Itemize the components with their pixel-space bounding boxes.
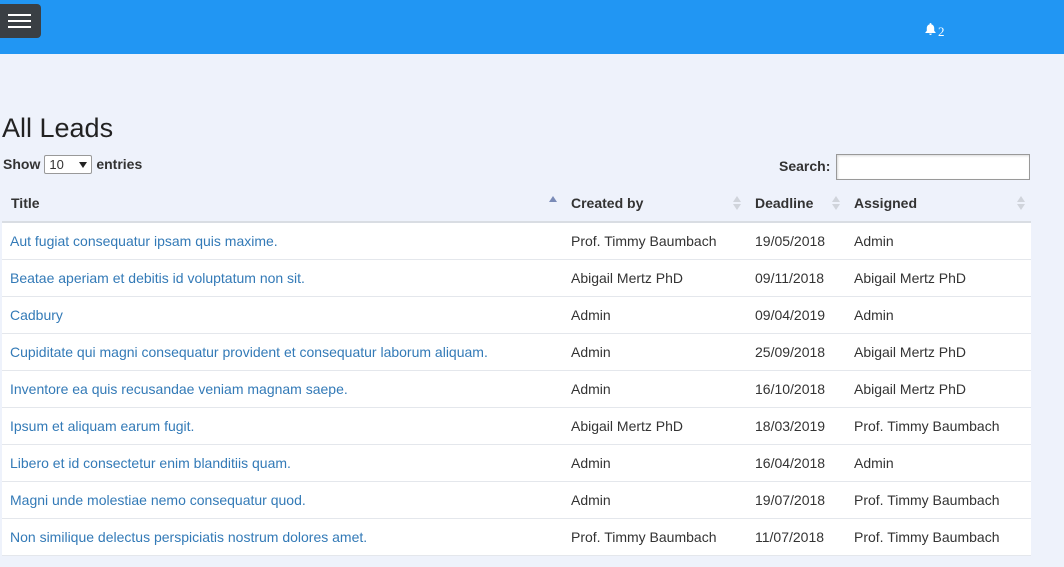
column-header-assigned[interactable]: Assigned [854, 185, 917, 221]
table-row: Non similique delectus perspiciatis nost… [2, 519, 1031, 556]
table-row: Libero et id consectetur enim blanditiis… [2, 445, 1031, 482]
menu-toggle-button[interactable] [0, 4, 41, 38]
created-by-cell: Admin [571, 492, 611, 508]
deadline-cell: 09/11/2018 [755, 270, 825, 286]
assigned-cell: Admin [854, 233, 894, 249]
lead-title-link[interactable]: Magni unde molestiae nemo consequatur qu… [10, 482, 306, 518]
assigned-cell: Abigail Mertz PhD [854, 344, 967, 360]
table-row: Magni unde molestiae nemo consequatur qu… [2, 482, 1031, 519]
assigned-cell: Prof. Timmy Baumbach [854, 492, 1000, 508]
entries-length-control: Show 10 entries [3, 154, 142, 174]
table-row: Cadbury Admin 09/04/2019 Admin [2, 297, 1031, 334]
notification-count: 2 [938, 24, 945, 39]
sort-icon[interactable] [1017, 195, 1025, 211]
deadline-cell: 19/07/2018 [755, 492, 826, 508]
column-header-deadline[interactable]: Deadline [755, 185, 813, 221]
hamburger-icon [8, 26, 31, 28]
search-input[interactable] [836, 154, 1030, 180]
assigned-cell: Abigail Mertz PhD [854, 270, 967, 286]
entries-label: entries [96, 156, 143, 172]
entries-select[interactable]: 10 [44, 154, 93, 174]
leads-table: Title Created by Deadline Assigned Aut f… [2, 185, 1031, 556]
created-by-cell: Prof. Timmy Baumbach [571, 529, 717, 545]
sort-ascending-icon[interactable] [549, 195, 557, 211]
lead-title-link[interactable]: Aut fugiat consequatur ipsam quis maxime… [10, 223, 278, 259]
lead-title-link[interactable]: Non similique delectus perspiciatis nost… [10, 519, 367, 555]
assigned-cell: Prof. Timmy Baumbach [854, 418, 1000, 434]
bell-icon [925, 22, 936, 36]
chevron-down-icon [79, 161, 88, 168]
lead-title-link[interactable]: Beatae aperiam et debitis id voluptatum … [10, 260, 305, 296]
deadline-cell: 25/09/2018 [755, 344, 826, 360]
deadline-cell: 19/05/2018 [755, 233, 826, 249]
created-by-cell: Abigail Mertz PhD [571, 418, 684, 434]
column-header-title[interactable]: Title [11, 185, 40, 221]
created-by-cell: Admin [571, 344, 611, 360]
deadline-cell: 18/03/2019 [755, 418, 826, 434]
table-row: Cupiditate qui magni consequatur provide… [2, 334, 1031, 371]
table-row: Beatae aperiam et debitis id voluptatum … [2, 260, 1031, 297]
table-row: Ipsum et aliquam earum fugit. Abigail Me… [2, 408, 1031, 445]
lead-title-link[interactable]: Ipsum et aliquam earum fugit. [10, 408, 194, 444]
notifications-button[interactable]: 2 [924, 16, 945, 39]
hamburger-icon [8, 14, 31, 16]
assigned-cell: Prof. Timmy Baumbach [854, 529, 1000, 545]
sort-icon[interactable] [832, 195, 840, 211]
deadline-cell: 16/04/2018 [755, 455, 826, 471]
created-by-cell: Admin [571, 381, 611, 397]
table-header: Title Created by Deadline Assigned [2, 185, 1031, 223]
lead-title-link[interactable]: Cupiditate qui magni consequatur provide… [10, 334, 488, 370]
table-row: Inventore ea quis recusandae veniam magn… [2, 371, 1031, 408]
lead-title-link[interactable]: Cadbury [10, 297, 63, 333]
created-by-cell: Abigail Mertz PhD [571, 270, 684, 286]
table-row: Aut fugiat consequatur ipsam quis maxime… [2, 223, 1031, 260]
deadline-cell: 09/04/2019 [755, 307, 826, 323]
deadline-cell: 16/10/2018 [755, 381, 826, 397]
entries-select-value: 10 [49, 156, 64, 172]
created-by-cell: Prof. Timmy Baumbach [571, 233, 717, 249]
created-by-cell: Admin [571, 307, 611, 323]
top-navbar: 2 [0, 0, 1064, 54]
lead-title-link[interactable]: Inventore ea quis recusandae veniam magn… [10, 371, 348, 407]
assigned-cell: Abigail Mertz PhD [854, 381, 967, 397]
sort-icon[interactable] [733, 195, 741, 211]
deadline-cell: 11/07/2018 [755, 529, 825, 545]
created-by-cell: Admin [571, 455, 611, 471]
assigned-cell: Admin [854, 455, 894, 471]
page-title: All Leads [2, 113, 114, 143]
hamburger-icon [8, 20, 31, 22]
assigned-cell: Admin [854, 307, 894, 323]
lead-title-link[interactable]: Libero et id consectetur enim blanditiis… [10, 445, 291, 481]
search-label: Search: [779, 158, 831, 174]
show-label: Show [3, 156, 41, 172]
column-header-created-by[interactable]: Created by [571, 185, 643, 221]
